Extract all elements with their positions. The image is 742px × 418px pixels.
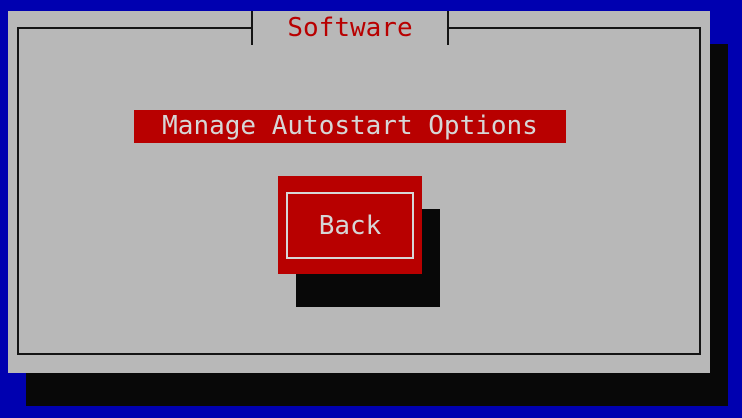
back-button[interactable]: Back <box>278 176 422 274</box>
back-button-label: Back <box>286 192 414 259</box>
software-dialog: Software Manage Autostart Options Back <box>8 11 710 373</box>
menu-item-manage-autostart[interactable]: Manage Autostart Options <box>134 110 566 143</box>
dialog-title: Software <box>287 13 413 43</box>
